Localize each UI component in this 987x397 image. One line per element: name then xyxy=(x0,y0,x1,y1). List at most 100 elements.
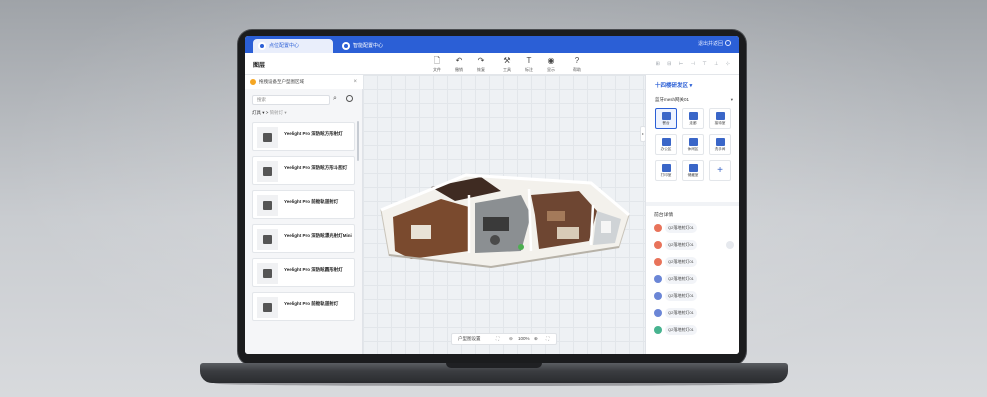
tab-smart-config[interactable]: 智能配置中心 xyxy=(337,39,417,53)
product-card[interactable]: Yeelight Pro 深防眩漂光射灯Mini xyxy=(252,224,355,253)
product-name: Yeelight Pro 深防眩漂光射灯Mini xyxy=(284,233,352,238)
zone-button[interactable]: 餐台 xyxy=(655,108,677,129)
tab-bar: 点位配置中心 智能配置中心 退出并返回 xyxy=(245,36,739,53)
product-name: Yeelight Pro 前舱轨道射灯 xyxy=(284,199,339,204)
breadcrumb-sub[interactable]: 筒射灯 xyxy=(270,110,284,115)
breadcrumb: 灯具 ▾ > 筒射灯 ▾ xyxy=(252,110,287,115)
zone-icon xyxy=(661,164,671,172)
product-image xyxy=(257,161,278,182)
search-icon[interactable]: ⌕ xyxy=(333,95,337,103)
zone-icon xyxy=(688,138,698,146)
product-card[interactable]: Yeelight Pro 前舱轨道射灯 xyxy=(252,292,355,321)
detail-row[interactable]: Q2落地射灯01 xyxy=(654,325,734,335)
detail-label: Q2落地射灯01 xyxy=(665,308,697,318)
product-card[interactable]: Yeelight Pro 深防眩方形射灯 xyxy=(252,122,355,151)
history-icon[interactable] xyxy=(346,95,353,102)
tool-redo[interactable]: ↷ 恢复 xyxy=(470,56,492,73)
product-name: Yeelight Pro 前舱轨道射灯 xyxy=(284,301,339,306)
chevron-down-icon: ▾ xyxy=(730,97,733,102)
zoom-level: 100% xyxy=(518,336,530,341)
product-name: Yeelight Pro 深防眩方形斗胆灯 xyxy=(284,165,348,170)
exit-button[interactable]: 退出并返回 xyxy=(698,36,731,53)
detail-row[interactable]: Q2落地射灯01 xyxy=(654,291,734,301)
search-input[interactable]: 搜索 xyxy=(252,95,330,105)
detail-title: 前台详情 xyxy=(654,213,674,218)
device-icon xyxy=(654,275,662,283)
tab-label: 点位配置中心 xyxy=(269,43,300,49)
tab-point-config[interactable]: 点位配置中心 xyxy=(253,39,333,53)
zone-button[interactable]: 接待室 xyxy=(709,108,731,129)
detail-row[interactable]: Q2落地射灯01 xyxy=(654,223,734,233)
file-icon: 🗋 xyxy=(433,56,441,65)
drag-notice: 拖拽设备至户型图区域 × xyxy=(245,75,363,89)
product-image xyxy=(257,127,278,148)
floorplan-canvas[interactable]: 户型图设置 ⛶ ⊖ 100% ⊕ ⛶ xyxy=(363,75,645,354)
scrollbar[interactable] xyxy=(357,121,359,161)
product-card[interactable]: Yeelight Pro 前舱轨道射灯 xyxy=(252,190,355,219)
zone-button[interactable]: 洗手间 xyxy=(709,134,731,155)
device-icon xyxy=(654,258,662,266)
zone-icon xyxy=(688,112,698,120)
close-icon[interactable]: × xyxy=(353,75,357,89)
device-icon xyxy=(654,292,662,300)
floorplan-settings-button[interactable]: 户型图设置 xyxy=(458,334,481,344)
laptop-notch xyxy=(446,363,542,368)
product-name: Yeelight Pro 深防眩方形射灯 xyxy=(284,131,343,136)
detail-row[interactable]: Q2落地射灯01 xyxy=(654,257,734,267)
device-library-panel: 拖拽设备至户型图区域 × 搜索 ⌕ 灯具 ▾ > 筒射灯 ▾ Yeelight … xyxy=(245,75,363,354)
zone-title[interactable]: 十四楼研发区 ▾ xyxy=(655,81,692,89)
laptop-shadow xyxy=(214,381,774,386)
device-icon xyxy=(654,224,662,232)
product-image xyxy=(257,195,278,216)
zone-icon xyxy=(715,112,725,120)
zone-icon xyxy=(661,138,671,146)
tool-tools[interactable]: ⚒ 工具 xyxy=(496,56,518,73)
zoom-out-icon[interactable]: ⊖ xyxy=(509,334,513,344)
tool-undo[interactable]: ↶ 撤销 xyxy=(448,56,470,73)
product-image xyxy=(257,297,278,318)
zone-panel: 十四楼研发区 ▾ 蓝牙mesh网关01 ▾ 餐台 走廊 接待室 办公区 休闲区 … xyxy=(645,75,739,354)
zone-button[interactable]: 休闲区 xyxy=(682,134,704,155)
tool-icon: ⚒ xyxy=(503,56,511,65)
tab-icon xyxy=(258,42,266,50)
app-window: 点位配置中心 智能配置中心 退出并返回 图层 🗋 文件 ↶ 撤销 ↷ 恢复 ⚒ … xyxy=(245,36,739,354)
product-image xyxy=(257,229,278,250)
breadcrumb-main[interactable]: 灯具 xyxy=(252,110,261,115)
zone-button[interactable]: 办公区 xyxy=(655,134,677,155)
3d-floorplan[interactable] xyxy=(371,155,637,275)
fit-icon[interactable]: ⛶ xyxy=(496,334,499,344)
detail-row[interactable]: Q2落地射灯01 xyxy=(654,240,734,250)
detail-label: Q2落地射灯01 xyxy=(665,223,697,233)
zoom-toolbar: 户型图设置 ⛶ ⊖ 100% ⊕ ⛶ xyxy=(451,333,557,345)
redo-icon: ↷ xyxy=(477,56,485,65)
help-icon: ? xyxy=(574,56,580,65)
eye-icon: ◉ xyxy=(547,56,555,65)
zone-button[interactable]: 走廊 xyxy=(682,108,704,129)
divider xyxy=(646,202,739,206)
tool-file[interactable]: 🗋 文件 xyxy=(426,56,448,73)
product-card[interactable]: Yeelight Pro 深防眩方形斗胆灯 xyxy=(252,156,355,185)
zoom-in-icon[interactable]: ⊕ xyxy=(534,334,538,344)
product-card[interactable]: Yeelight Pro 深防眩圆形射灯 xyxy=(252,258,355,287)
detail-label: Q2落地射灯01 xyxy=(665,291,697,301)
fullscreen-icon[interactable]: ⛶ xyxy=(546,334,549,344)
device-select[interactable]: 蓝牙mesh网关01 ▾ xyxy=(655,95,733,104)
info-icon xyxy=(250,79,256,85)
tool-help[interactable]: ? 帮助 xyxy=(566,56,588,73)
toolbar: 图层 🗋 文件 ↶ 撤销 ↷ 恢复 ⚒ 工具 T 标注 ◉ 显示 ? 帮助 ⊞ … xyxy=(245,53,739,75)
detail-row[interactable]: Q2落地射灯01 xyxy=(654,308,734,318)
row-action-icon[interactable] xyxy=(726,241,734,249)
detail-label: Q2落地射灯01 xyxy=(665,240,697,250)
text-icon: T xyxy=(526,56,532,65)
align-tools[interactable]: ⊞ ⊟ ⊢ ⊣ ⊤ ⊥ ⊹ xyxy=(656,61,733,67)
tool-annotate[interactable]: T 标注 xyxy=(518,56,540,73)
detail-row[interactable]: Q2落地射灯01 xyxy=(654,274,734,284)
detail-label: Q2落地射灯01 xyxy=(665,274,697,284)
detail-label: Q2落地射灯01 xyxy=(665,325,697,335)
zone-button[interactable]: 打印室 xyxy=(655,160,677,181)
zone-button[interactable]: 储藏室 xyxy=(682,160,704,181)
tab-label: 智能配置中心 xyxy=(353,43,384,49)
zone-icon xyxy=(715,138,725,146)
add-zone-button[interactable]: + xyxy=(709,160,731,181)
tool-display[interactable]: ◉ 显示 xyxy=(540,56,562,73)
